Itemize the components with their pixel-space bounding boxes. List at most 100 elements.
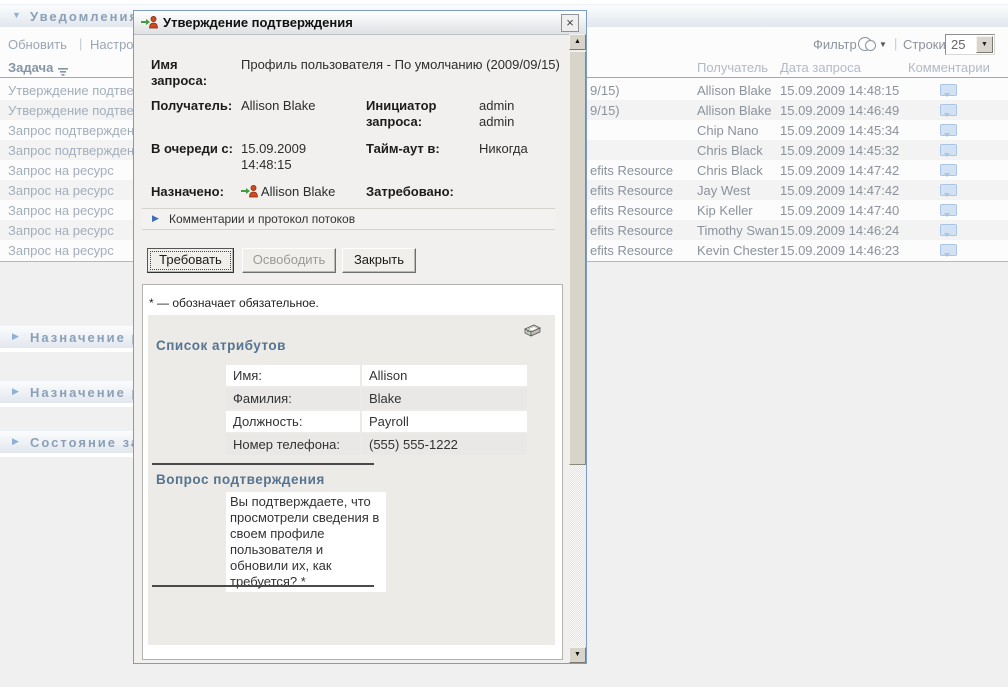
chevron-down-icon: ▼: [12, 10, 21, 20]
comment-icon[interactable]: [940, 164, 957, 176]
attribute-label: Фамилия:: [226, 388, 360, 409]
column-header-comments: Комментарии: [908, 60, 990, 75]
task-link[interactable]: Запрос подтверждения: [8, 143, 148, 158]
attribute-value: (555) 555-1222: [362, 434, 527, 455]
comment-icon[interactable]: [940, 184, 957, 196]
attribute-label: Имя:: [226, 365, 360, 386]
release-button[interactable]: Освободить: [242, 248, 336, 273]
recipient-value: Allison Blake: [241, 98, 315, 114]
recipient-name: Allison Blake: [697, 103, 771, 118]
recipient-name: Allison Blake: [697, 83, 771, 98]
claim-button[interactable]: Требовать: [147, 248, 234, 273]
request-name: 9/15): [590, 103, 620, 118]
attribute-value: Allison: [362, 365, 527, 386]
assigned-label: Назначено:: [151, 184, 224, 200]
attribute-value: Blake: [362, 388, 527, 409]
task-person-icon: [141, 15, 158, 29]
dialog-title-bar[interactable]: Утверждение подтверждения ×: [134, 11, 586, 35]
initiator-label: Инициатор запроса:: [366, 98, 461, 130]
attribute-row: Должность: Payroll: [226, 411, 526, 434]
print-icon[interactable]: [521, 323, 543, 343]
attribute-label: Номер телефона:: [226, 434, 360, 455]
comment-icon[interactable]: [940, 224, 957, 236]
column-header-recipient[interactable]: Получатель: [697, 60, 768, 75]
section-separator: [152, 585, 374, 587]
rows-select[interactable]: 25 ▼: [945, 34, 995, 55]
task-link[interactable]: Запрос подтверждения: [8, 123, 148, 138]
comments-toggle[interactable]: ▶ Комментарии и протокол потоков: [142, 208, 555, 230]
rows-separator: |: [894, 36, 897, 51]
scrollbar-thumb[interactable]: [569, 51, 586, 465]
task-link[interactable]: Запрос на ресурс: [8, 243, 114, 258]
chevron-right-icon: ▶: [12, 331, 19, 342]
timeout-label: Тайм-аут в:: [366, 141, 440, 157]
comments-toggle-label: Комментарии и протокол потоков: [169, 212, 355, 226]
close-button[interactable]: Закрыть: [342, 248, 416, 273]
request-date: 15.09.2009 14:47:40: [780, 203, 899, 218]
scroll-down-icon[interactable]: ▼: [569, 647, 586, 663]
queued-value: 15.09.2009 14:48:15: [241, 141, 326, 173]
column-header-date[interactable]: Дата запроса: [780, 60, 861, 75]
rows-select-value: 25: [951, 37, 965, 52]
form-information-fieldset: * — обозначает обязательное. Список атри…: [142, 284, 563, 660]
recipient-name: Chris Black: [697, 143, 763, 158]
request-date: 15.09.2009 14:46:23: [780, 243, 899, 258]
task-link[interactable]: Запрос на ресурс: [8, 203, 114, 218]
request-date: 15.09.2009 14:48:15: [780, 83, 899, 98]
assigned-value-wrap: Allison Blake: [241, 184, 335, 200]
recipient-name: Kevin Chester: [697, 243, 779, 258]
comment-icon[interactable]: [940, 144, 957, 156]
request-date: 15.09.2009 14:47:42: [780, 163, 899, 178]
refresh-link[interactable]: Обновить: [8, 37, 67, 52]
comment-icon[interactable]: [940, 204, 957, 216]
filter-label: Фильтр: [813, 37, 857, 52]
chevron-right-icon: ▶: [12, 386, 19, 397]
recipient-name: Chris Black: [697, 163, 763, 178]
request-name: efits Resource: [590, 183, 673, 198]
attributes-title: Список атрибутов: [156, 338, 286, 353]
recipient-name: Jay West: [697, 183, 750, 198]
assigned-value: Allison Blake: [261, 184, 335, 199]
scroll-up-icon[interactable]: ▲: [569, 34, 586, 50]
task-link[interactable]: Запрос на ресурс: [8, 223, 114, 238]
task-link[interactable]: Запрос на ресурс: [8, 183, 114, 198]
request-name-label: Имя запроса:: [151, 57, 231, 89]
recipient-name: Chip Nano: [697, 123, 758, 138]
comment-icon[interactable]: [940, 104, 957, 116]
rows-select-dropdown-button[interactable]: ▼: [976, 36, 993, 53]
timeout-value: Никогда: [479, 141, 528, 157]
dropdown-arrow-icon: ▼: [879, 40, 887, 49]
attribute-label: Должность:: [226, 411, 360, 432]
assigned-person-icon: [241, 184, 258, 198]
section-label: Уведомления: [30, 9, 139, 24]
column-header-task[interactable]: Задача: [8, 60, 69, 75]
request-date: 15.09.2009 14:46:24: [780, 223, 899, 238]
recipient-name: Timothy Swan: [697, 223, 779, 238]
attribute-value: Payroll: [362, 411, 527, 432]
dialog-scrollbar[interactable]: ▲ ▼: [569, 34, 586, 663]
dialog-title: Утверждение подтверждения: [163, 15, 353, 30]
comment-icon[interactable]: [940, 124, 957, 136]
question-title: Вопрос подтверждения: [156, 472, 325, 487]
request-date: 15.09.2009 14:45:34: [780, 123, 899, 138]
form-panel: Список атрибутов Имя: Allison Фамилия: B…: [148, 315, 555, 645]
request-date: 15.09.2009 14:46:49: [780, 103, 899, 118]
close-icon[interactable]: ×: [561, 14, 579, 32]
claimed-label: Затребовано:: [366, 184, 454, 200]
request-name-value: Профиль пользователя - По умолчанию (200…: [241, 57, 571, 73]
section-separator: [152, 463, 374, 465]
request-date: 15.09.2009 14:47:42: [780, 183, 899, 198]
required-note: * — обозначает обязательное.: [149, 296, 319, 310]
confirmation-question-text: Вы подтверждаете, что просмотрели сведен…: [226, 492, 386, 592]
request-name: efits Resource: [590, 223, 673, 238]
rows-label: Строки:: [903, 37, 949, 52]
task-link[interactable]: Запрос на ресурс: [8, 163, 114, 178]
recipient-label: Получатель:: [151, 98, 232, 114]
request-name: 9/15): [590, 83, 620, 98]
request-name: efits Resource: [590, 243, 673, 258]
filter-icon[interactable]: ▼: [858, 36, 884, 52]
attribute-row: Фамилия: Blake: [226, 388, 526, 411]
comment-icon[interactable]: [940, 84, 957, 96]
column-filter-icon[interactable]: [58, 64, 69, 73]
comment-icon[interactable]: [940, 244, 957, 256]
